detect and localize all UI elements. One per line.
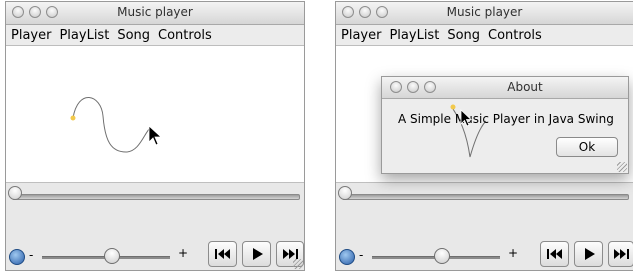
window-title: Music player xyxy=(117,5,193,19)
volume-plus-label: + xyxy=(178,246,189,260)
menu-player[interactable]: Player xyxy=(341,28,381,43)
volume-plus-label: + xyxy=(508,246,519,260)
resize-grip[interactable] xyxy=(293,259,303,269)
volume-icon[interactable] xyxy=(339,249,355,265)
visualizer-drawing xyxy=(70,97,163,153)
ok-button[interactable]: Ok xyxy=(556,137,618,157)
position-slider-track[interactable] xyxy=(342,194,629,200)
title-bar[interactable]: Music player xyxy=(336,2,633,25)
curve-start-dot xyxy=(70,115,76,121)
music-player-window: Music player Player PlayList Song Contro… xyxy=(5,1,305,271)
about-dialog: About A Simple Music Player in Java Swin… xyxy=(381,76,629,174)
fast-forward-button[interactable] xyxy=(608,241,633,267)
menu-song[interactable]: Song xyxy=(117,28,150,43)
mouse-cursor-icon xyxy=(460,109,473,127)
volume-icon[interactable] xyxy=(9,249,25,265)
visualizer-curve xyxy=(72,97,151,153)
play-icon xyxy=(252,248,263,260)
menu-bar: Player PlayList Song Controls xyxy=(6,25,304,46)
play-button[interactable] xyxy=(574,241,603,267)
fast-forward-icon xyxy=(614,249,629,259)
rewind-button[interactable] xyxy=(208,241,237,267)
about-message: A Simple Music Player in Java Swing xyxy=(398,112,614,126)
menu-controls[interactable]: Controls xyxy=(488,28,542,43)
curve-start-dot xyxy=(450,104,456,110)
rewind-icon xyxy=(214,249,230,259)
volume-minus-label: - xyxy=(29,248,34,262)
mouse-cursor-icon xyxy=(148,125,163,146)
menu-playlist[interactable]: PlayList xyxy=(389,28,439,43)
menu-player[interactable]: Player xyxy=(11,28,51,43)
play-button[interactable] xyxy=(242,241,271,267)
rewind-icon xyxy=(546,249,562,259)
menu-playlist[interactable]: PlayList xyxy=(59,28,109,43)
rewind-button[interactable] xyxy=(540,241,569,267)
volume-slider-thumb[interactable] xyxy=(104,248,121,264)
title-bar[interactable]: Music player xyxy=(6,2,304,25)
menu-song[interactable]: Song xyxy=(447,28,480,43)
position-slider-thumb[interactable] xyxy=(338,186,352,200)
position-slider-thumb[interactable] xyxy=(8,186,22,200)
visualizer-canvas[interactable] xyxy=(6,46,304,183)
visualizer-curve-overlay xyxy=(450,104,487,158)
menu-controls[interactable]: Controls xyxy=(158,28,212,43)
resize-grip[interactable] xyxy=(617,162,627,172)
position-slider-track[interactable] xyxy=(12,194,300,200)
menu-bar: Player PlayList Song Controls xyxy=(336,25,633,46)
volume-minus-label: - xyxy=(359,248,364,262)
play-icon xyxy=(584,248,595,260)
volume-slider-thumb[interactable] xyxy=(434,248,451,264)
window-title: Music player xyxy=(446,5,523,19)
